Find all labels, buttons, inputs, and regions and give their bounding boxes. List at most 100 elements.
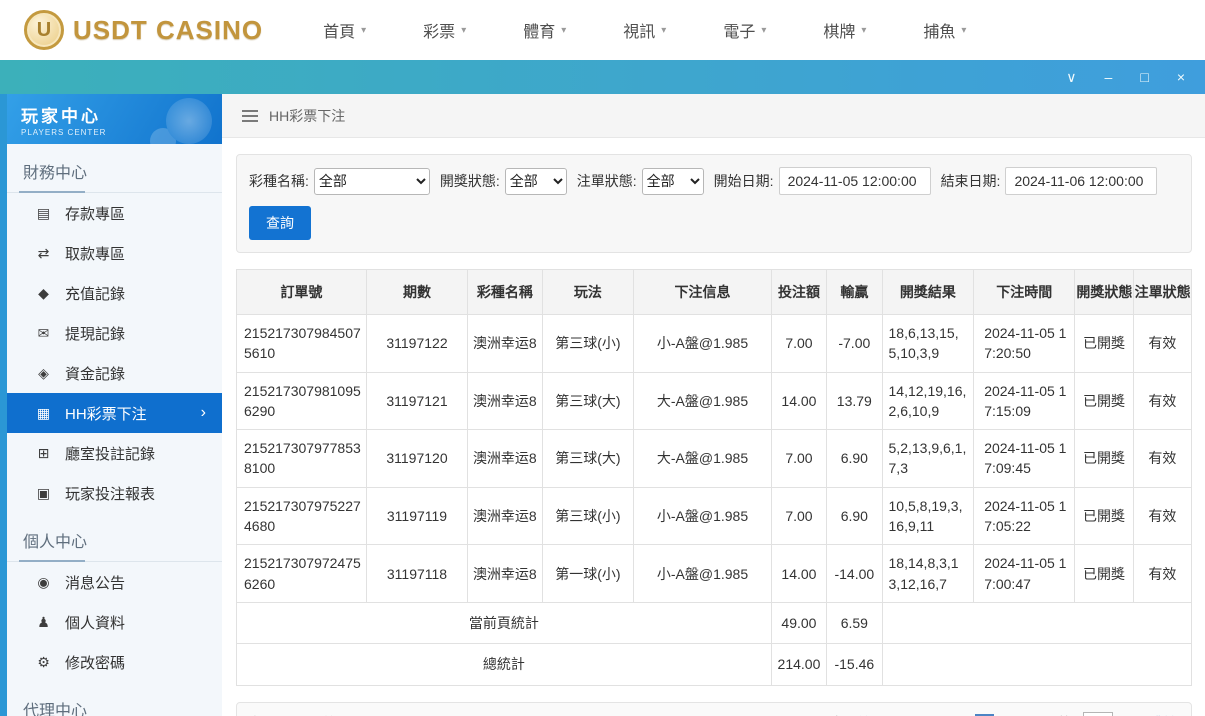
column-header: 期數 xyxy=(366,270,467,315)
table-cell: 澳洲幸运8 xyxy=(468,430,542,488)
sidebar-item-hall-bet-record[interactable]: ⊞廳室投註記錄 xyxy=(7,433,222,473)
table-cell: 澳洲幸运8 xyxy=(468,545,542,603)
table-cell: 已開獎 xyxy=(1075,430,1133,488)
start-date-label: 開始日期: xyxy=(714,171,774,191)
sidebar-item-funds-record[interactable]: ◈資金記錄 xyxy=(7,353,222,393)
filter-row: 彩種名稱: 全部 開獎狀態: 全部 注單狀態: xyxy=(249,167,1179,195)
table-cell: 31197122 xyxy=(366,315,467,373)
nav-item-label: 視訊 xyxy=(623,18,655,42)
sidebar-item-player-bet-report[interactable]: ▣玩家投注報表 xyxy=(7,473,222,513)
order-status-filter: 注單狀態: 全部 xyxy=(577,168,704,195)
nav-item[interactable]: 體育▾ xyxy=(523,18,566,42)
window-body: 玩家中心 PLAYERS CENTER 財務中心▤存款專區⇄取款專區◆充值記錄✉… xyxy=(0,94,1205,716)
table-row: 215217307972475626031197118澳洲幸运8第一球(小)小-… xyxy=(237,545,1192,603)
table-cell: 有效 xyxy=(1133,545,1191,603)
sidebar-item-notice[interactable]: ◉消息公告 xyxy=(7,562,222,602)
sidebar-item-lottery-bet[interactable]: ▦HH彩票下注› xyxy=(7,393,222,433)
sidebar-item-recharge-record[interactable]: ◆ 充值記錄 xyxy=(7,273,222,313)
table-cell: 有效 xyxy=(1133,487,1191,545)
first-page-link[interactable]: 首页 xyxy=(856,713,884,716)
chevron-down-icon: ▾ xyxy=(561,25,566,36)
jump-page-input[interactable] xyxy=(1083,712,1113,716)
lottery-bet-icon: ▦ xyxy=(35,405,52,422)
nav-item[interactable]: 視訊▾ xyxy=(623,18,666,42)
main-panel: HH彩票下注 彩種名稱: 全部 開獎狀態: xyxy=(222,94,1205,716)
table-cell: 2152173079778538100 xyxy=(237,430,367,488)
nav-item[interactable]: 棋牌▾ xyxy=(823,18,866,42)
pagination-controls: 共25条 首页 上一页 [1] 2 下一页 第 页 跳转 xyxy=(802,712,1177,716)
end-date-filter: 結束日期: xyxy=(941,167,1158,195)
start-date-filter: 開始日期: xyxy=(714,167,931,195)
next-page-link[interactable]: 下一页 xyxy=(1005,713,1047,716)
column-header: 玩法 xyxy=(542,270,634,315)
menu-toggle-icon[interactable] xyxy=(242,110,258,122)
table-cell: 澳洲幸运8 xyxy=(468,487,542,545)
jump-button[interactable]: 跳转 xyxy=(1149,713,1177,716)
banner-decoration xyxy=(166,98,212,144)
table-cell: 第三球(大) xyxy=(542,372,634,430)
column-header: 注單狀態 xyxy=(1133,270,1191,315)
per-page-text: 每頁顯示20條 xyxy=(251,713,337,716)
sidebar-menu: 財務中心▤存款專區⇄取款專區◆充值記錄✉提現記錄◈資金記錄▦HH彩票下注›⊞廳室… xyxy=(7,144,222,716)
minimize-icon[interactable]: – xyxy=(1105,70,1113,84)
sidebar-item-profile[interactable]: ♟個人資料 xyxy=(7,602,222,642)
draw-status-select[interactable]: 全部 xyxy=(505,168,567,195)
sidebar-item-label: 玩家投注報表 xyxy=(65,483,155,504)
sidebar-item-cashout-record[interactable]: ✉提現記錄 xyxy=(7,313,222,353)
site-header: U USDT CASINO 首頁▾彩票▾體育▾視訊▾電子▾棋牌▾捕魚▾ xyxy=(0,0,1205,60)
table-cell: 31197118 xyxy=(366,545,467,603)
nav-item[interactable]: 首頁▾ xyxy=(323,18,366,42)
summary-empty-cell xyxy=(882,644,1191,685)
collapse-icon[interactable]: ∨ xyxy=(1066,70,1076,84)
column-header: 下注信息 xyxy=(634,270,772,315)
search-button[interactable]: 查詢 xyxy=(249,206,311,240)
sidebar-item-password[interactable]: ⚙修改密碼 xyxy=(7,642,222,682)
table-cell: 已開獎 xyxy=(1075,487,1133,545)
bets-table-body: 215217307984507561031197122澳洲幸运8第三球(小)小-… xyxy=(237,315,1192,603)
bets-table-foot: 當前頁統計49.006.59總統計214.00-15.46 xyxy=(237,602,1192,685)
sidebar-item-label: 取款專區 xyxy=(65,243,125,264)
table-cell: 第三球(小) xyxy=(542,487,634,545)
end-date-input[interactable] xyxy=(1005,167,1157,195)
logo[interactable]: U USDT CASINO xyxy=(24,10,263,50)
draw-status-label: 開獎狀態: xyxy=(440,171,500,191)
nav-item[interactable]: 彩票▾ xyxy=(423,18,466,42)
start-date-input[interactable] xyxy=(779,167,931,195)
maximize-icon[interactable]: □ xyxy=(1140,70,1148,84)
pagination-bar: 每頁顯示20條 共25条 首页 上一页 [1] 2 下一页 第 页 跳转 xyxy=(236,702,1192,716)
lottery-name-select[interactable]: 全部 xyxy=(314,168,430,195)
recharge-record-icon: ◆ xyxy=(35,285,52,302)
close-icon[interactable]: × xyxy=(1177,70,1185,84)
nav-item[interactable]: 捕魚▾ xyxy=(923,18,966,42)
withdraw-icon: ⇄ xyxy=(35,245,52,262)
summary-row: 總統計214.00-15.46 xyxy=(237,644,1192,685)
table-cell: 18,6,13,15,5,10,3,9 xyxy=(882,315,974,373)
order-status-select[interactable]: 全部 xyxy=(642,168,704,195)
table-cell: 14,12,19,16,2,6,10,9 xyxy=(882,372,974,430)
table-cell: 有效 xyxy=(1133,372,1191,430)
table-cell: 6.90 xyxy=(827,487,882,545)
prev-page-link[interactable]: 上一页 xyxy=(895,713,937,716)
table-cell: -14.00 xyxy=(827,545,882,603)
nav-item[interactable]: 電子▾ xyxy=(723,18,766,42)
bets-table: 訂單號期數彩種名稱玩法下注信息投注額輸贏開獎結果下注時間開獎狀態注單狀態 215… xyxy=(236,269,1192,686)
nav-item-label: 彩票 xyxy=(423,18,455,42)
column-header: 開獎結果 xyxy=(882,270,974,315)
sidebar-item-label: 充值記錄 xyxy=(65,283,125,304)
lottery-name-label: 彩種名稱: xyxy=(249,171,309,191)
table-row: 215217307975227468031197119澳洲幸运8第三球(小)小-… xyxy=(237,487,1192,545)
filter-actions-row: 查詢 xyxy=(249,206,1179,240)
table-cell: 已開獎 xyxy=(1075,372,1133,430)
deposit-icon: ▤ xyxy=(35,205,52,222)
sidebar-item-withdraw[interactable]: ⇄ 取款專區 xyxy=(7,233,222,273)
content-area: 彩種名稱: 全部 開獎狀態: 全部 注單狀態: xyxy=(222,138,1205,716)
table-cell: 31197119 xyxy=(366,487,467,545)
table-cell: 2024-11-05 17:15:09 xyxy=(974,372,1075,430)
sidebar-item-deposit[interactable]: ▤存款專區 xyxy=(7,193,222,233)
column-header: 彩種名稱 xyxy=(468,270,542,315)
table-cell: 有效 xyxy=(1133,315,1191,373)
table-cell: 7.00 xyxy=(771,430,826,488)
chevron-down-icon: ▾ xyxy=(761,25,766,36)
table-cell: 2152173079752274680 xyxy=(237,487,367,545)
nav-item-label: 首頁 xyxy=(323,18,355,42)
